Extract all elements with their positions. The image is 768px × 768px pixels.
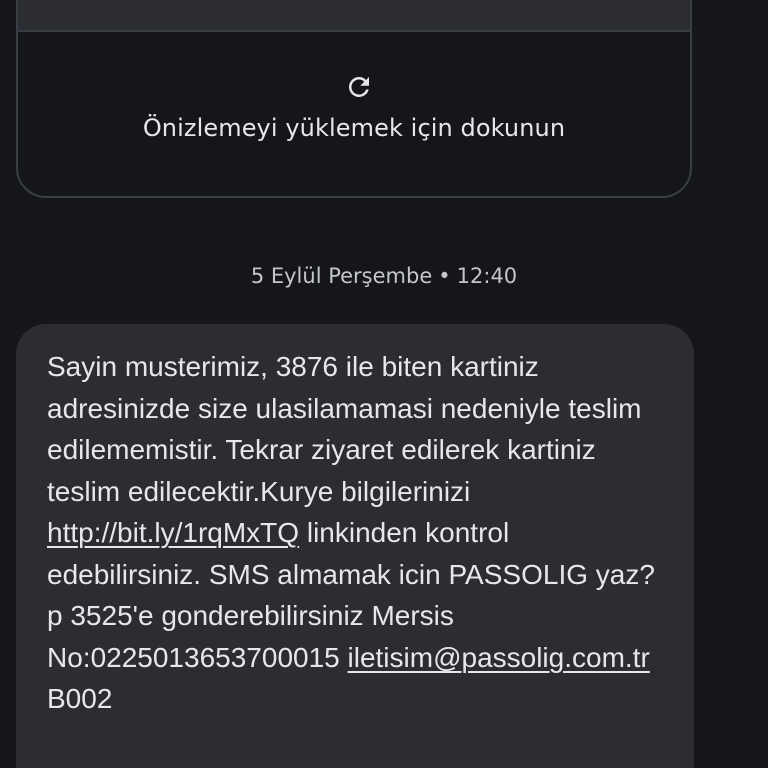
timestamp-separator: •: [438, 264, 451, 288]
message-timestamp: 5 Eylül Perşembe • 12:40: [0, 264, 768, 288]
message-bubble[interactable]: Sayin musterimiz, 3876 ile biten kartini…: [16, 324, 694, 768]
message-thread: Önizlemeyi yüklemek için dokunun 5 Eylül…: [0, 0, 768, 768]
link-preview-card[interactable]: Önizlemeyi yüklemek için dokunun: [16, 0, 692, 198]
message-email-link[interactable]: iletisim@passolig.com.tr: [348, 642, 650, 673]
timestamp-time: 12:40: [456, 264, 518, 288]
link-preview-header: [18, 0, 690, 32]
tap-to-load-preview-label: Önizlemeyi yüklemek için dokunun: [142, 114, 566, 142]
link-preview-body[interactable]: Önizlemeyi yüklemek için dokunun: [18, 32, 690, 196]
message-link[interactable]: http://bit.ly/1rqMxTQ: [47, 517, 299, 548]
message-body: Sayin musterimiz, 3876 ile biten kartini…: [47, 346, 664, 720]
message-text-part3: B002: [47, 683, 113, 714]
message-text-part1: Sayin musterimiz, 3876 ile biten kartini…: [47, 351, 642, 507]
refresh-icon[interactable]: [344, 72, 374, 102]
timestamp-date: 5 Eylül Perşembe: [250, 264, 433, 288]
